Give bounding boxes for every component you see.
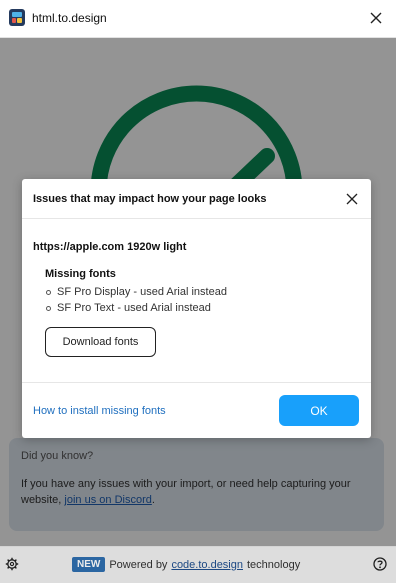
title-bar: html.to.design [0,0,396,38]
dialog-close-icon[interactable] [346,193,358,205]
close-icon[interactable] [369,11,383,25]
footer: NEW Powered by code.to.design technology [0,546,396,583]
issues-dialog: Issues that may impact how your page loo… [22,179,371,438]
list-item: SF Pro Text - used Arial instead [45,300,227,316]
ok-button[interactable]: OK [279,395,359,426]
dialog-title: Issues that may impact how your page loo… [33,193,267,205]
page-url-label: https://apple.com 1920w light [33,241,187,253]
dialog-divider [22,382,371,383]
missing-fonts-list: SF Pro Display - used Arial instead SF P… [45,284,227,316]
app-logo-icon [9,9,25,26]
footer-backdrop [0,547,396,583]
list-item: SF Pro Display - used Arial instead [45,284,227,300]
dialog-header: Issues that may impact how your page loo… [22,179,371,219]
missing-fonts-heading: Missing fonts [45,268,116,280]
install-fonts-link[interactable]: How to install missing fonts [33,405,166,417]
app-title: html.to.design [32,11,107,25]
download-fonts-button[interactable]: Download fonts [45,327,156,357]
